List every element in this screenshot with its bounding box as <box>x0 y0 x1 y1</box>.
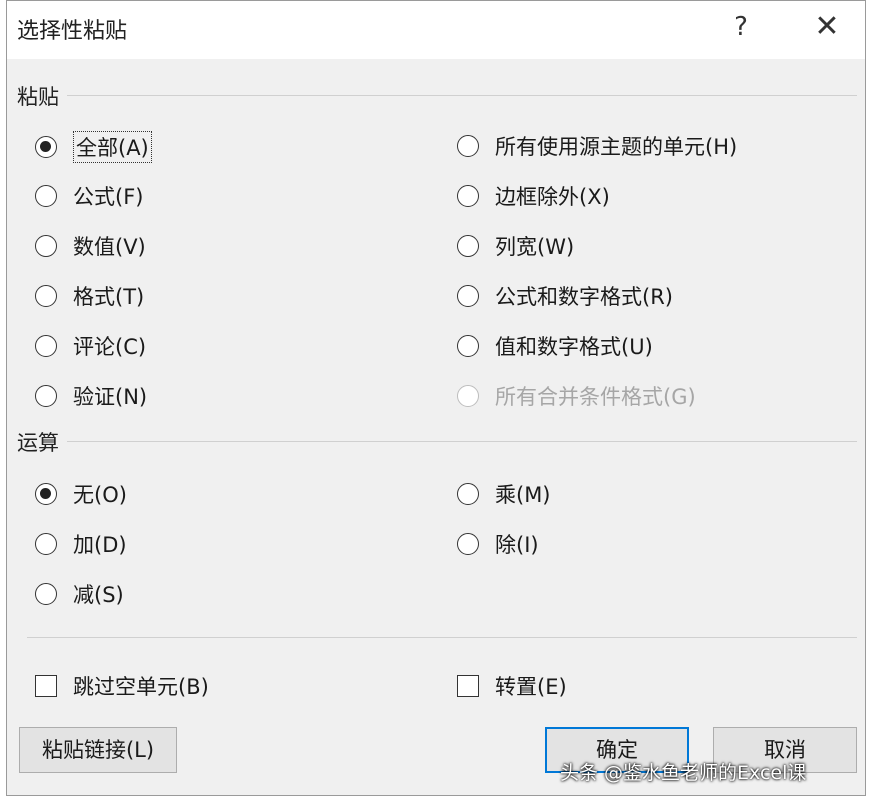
radio-button[interactable] <box>35 533 57 555</box>
paste-option-values[interactable]: 数值(V) <box>35 231 146 261</box>
paste-option-formats[interactable]: 格式(T) <box>35 281 144 311</box>
option-label: 数值(V) <box>73 235 146 259</box>
radio-button[interactable] <box>35 285 57 307</box>
option-label: 加(D) <box>73 533 127 557</box>
operation-option-divide[interactable]: 除(I) <box>457 529 539 559</box>
paste-option-all-except-borders[interactable]: 边框除外(X) <box>457 181 610 211</box>
option-label: 验证(N) <box>73 385 148 409</box>
radio-button[interactable] <box>35 583 57 605</box>
option-label: 列宽(W) <box>495 235 575 259</box>
operation-option-none[interactable]: 无(O) <box>35 479 127 509</box>
title-bar: 选择性粘贴 ? ✕ <box>7 1 865 59</box>
help-icon[interactable]: ? <box>723 7 759 47</box>
radio-button <box>457 385 479 407</box>
options-divider <box>27 637 857 638</box>
option-label: 评论(C) <box>73 335 147 359</box>
option-label: 边框除外(X) <box>495 185 610 209</box>
radio-button[interactable] <box>35 335 57 357</box>
checkbox-label: 跳过空单元(B) <box>73 675 209 699</box>
radio-button[interactable] <box>457 533 479 555</box>
operation-group-divider <box>67 441 857 442</box>
watermark-text: 头条 @鉴水鱼老师的Excel课 <box>560 762 807 784</box>
paste-option-comments[interactable]: 评论(C) <box>35 331 146 361</box>
radio-button[interactable] <box>457 235 479 257</box>
paste-option-values-number-formats[interactable]: 值和数字格式(U) <box>457 331 653 361</box>
option-label: 所有合并条件格式(G) <box>495 385 696 409</box>
operation-option-multiply[interactable]: 乘(M) <box>457 479 551 509</box>
checkbox-box[interactable] <box>35 675 57 697</box>
skip-blanks-checkbox[interactable]: 跳过空单元(B) <box>35 671 209 701</box>
option-label: 全部(A) <box>73 131 152 163</box>
radio-button[interactable] <box>35 136 57 158</box>
paste-option-all[interactable]: 全部(A) <box>35 131 152 163</box>
paste-link-button[interactable]: 粘贴链接(L) <box>19 727 177 773</box>
radio-button[interactable] <box>457 135 479 157</box>
paste-option-column-widths[interactable]: 列宽(W) <box>457 231 574 261</box>
radio-button[interactable] <box>457 185 479 207</box>
option-label: 所有使用源主题的单元(H) <box>495 135 738 159</box>
operation-option-add[interactable]: 加(D) <box>35 529 127 559</box>
option-label: 值和数字格式(U) <box>495 335 653 359</box>
operation-option-subtract[interactable]: 减(S) <box>35 579 124 609</box>
operation-group-label: 运算 <box>17 427 65 457</box>
option-label: 公式和数字格式(R) <box>495 285 673 309</box>
paste-option-merge-conditional-formats: 所有合并条件格式(G) <box>457 381 696 411</box>
paste-option-validation[interactable]: 验证(N) <box>35 381 147 411</box>
radio-button[interactable] <box>35 185 57 207</box>
paste-option-formulas[interactable]: 公式(F) <box>35 181 143 211</box>
option-label: 除(I) <box>495 533 539 557</box>
radio-button[interactable] <box>35 235 57 257</box>
radio-button[interactable] <box>457 285 479 307</box>
paste-option-formulas-number-formats[interactable]: 公式和数字格式(R) <box>457 281 673 311</box>
radio-button[interactable] <box>457 483 479 505</box>
close-icon[interactable]: ✕ <box>807 7 847 47</box>
paste-special-dialog: 选择性粘贴 ? ✕ 粘贴 全部(A) 公式(F) 数值(V) 格式(T) 评论(… <box>6 0 866 796</box>
checkbox-box[interactable] <box>457 675 479 697</box>
option-label: 乘(M) <box>495 483 551 507</box>
paste-group-divider <box>67 95 857 96</box>
radio-button[interactable] <box>35 385 57 407</box>
radio-button[interactable] <box>35 483 57 505</box>
dialog-title: 选择性粘贴 <box>17 19 128 44</box>
option-label: 公式(F) <box>73 185 144 209</box>
paste-option-source-theme[interactable]: 所有使用源主题的单元(H) <box>457 131 737 161</box>
checkbox-label: 转置(E) <box>495 675 567 699</box>
paste-group-label: 粘贴 <box>17 81 65 111</box>
option-label: 减(S) <box>73 583 124 607</box>
option-label: 格式(T) <box>73 285 145 309</box>
radio-button[interactable] <box>457 335 479 357</box>
option-label: 无(O) <box>73 483 127 507</box>
transpose-checkbox[interactable]: 转置(E) <box>457 671 567 701</box>
